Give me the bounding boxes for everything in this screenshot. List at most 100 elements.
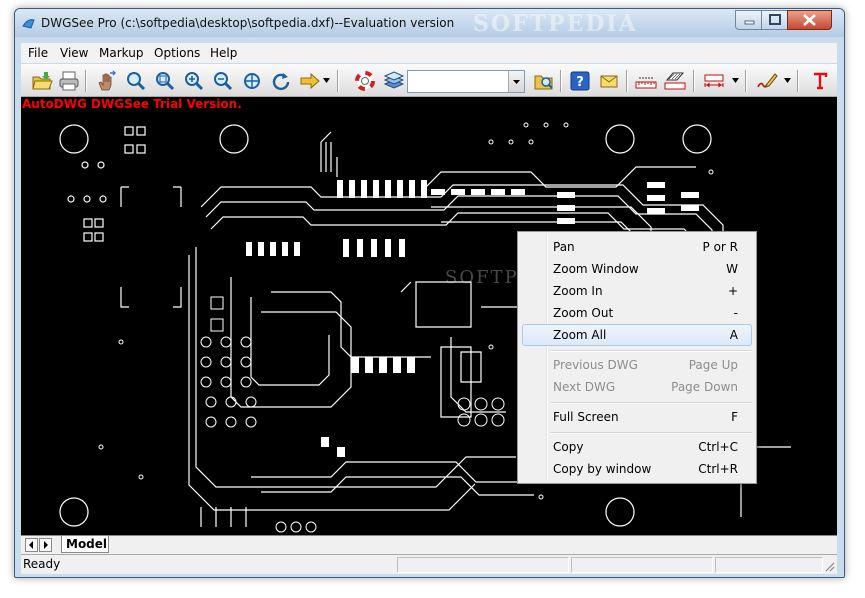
menu-item-label: Pan bbox=[553, 240, 575, 254]
menu-options[interactable]: Options bbox=[154, 46, 200, 60]
rotate-icon bbox=[272, 73, 290, 91]
minimize-button[interactable] bbox=[735, 10, 763, 30]
layers-icon bbox=[383, 71, 405, 89]
dimension-button[interactable] bbox=[703, 70, 725, 92]
help-question-icon: ? bbox=[570, 71, 590, 91]
help-lifebuoy-icon bbox=[355, 71, 375, 91]
menu-item-shortcut: Page Down bbox=[671, 380, 738, 394]
app-window: DWGSee Pro (c:\softpedia\desktop\softped… bbox=[14, 8, 845, 578]
menu-item-shortcut: P or R bbox=[702, 240, 738, 254]
menu-item-shortcut: Ctrl+R bbox=[698, 462, 738, 476]
chevron-down-icon bbox=[513, 80, 520, 84]
title-watermark: SOFTPEDIA bbox=[473, 11, 638, 37]
toolbar-separator bbox=[693, 70, 695, 92]
menu-item-label: Next DWG bbox=[553, 380, 616, 394]
email-button[interactable] bbox=[598, 70, 620, 92]
help-lifebuoy-button[interactable] bbox=[354, 70, 376, 92]
zoom-realtime-icon bbox=[127, 72, 146, 91]
markup-button[interactable] bbox=[756, 70, 778, 92]
dimension-icon bbox=[704, 74, 724, 88]
menu-item-shortcut: - bbox=[733, 306, 738, 320]
resize-grip-icon[interactable] bbox=[822, 559, 836, 573]
toolbar-separator bbox=[797, 70, 799, 92]
maximize-button[interactable] bbox=[761, 10, 789, 30]
zoom-all-button[interactable] bbox=[241, 70, 263, 92]
menu-item-label: Copy by window bbox=[553, 462, 652, 476]
measure-area-icon bbox=[664, 72, 686, 90]
toolbar-separator bbox=[85, 70, 87, 92]
chevron-left-icon bbox=[29, 541, 33, 549]
menu-item-shortcut: Page Up bbox=[688, 358, 738, 372]
menu-view[interactable]: View bbox=[60, 46, 88, 60]
measure-area-button[interactable] bbox=[664, 70, 686, 92]
menu-item-label: Zoom In bbox=[553, 284, 603, 298]
next-arrow-icon bbox=[300, 72, 320, 90]
menu-help[interactable]: Help bbox=[210, 46, 237, 60]
minimize-icon bbox=[744, 20, 755, 25]
zoom-window-button[interactable] bbox=[154, 70, 176, 92]
layer-folder-button[interactable] bbox=[533, 70, 555, 92]
menu-item-shortcut: Ctrl+C bbox=[698, 440, 738, 454]
layout-tab-bar: Model bbox=[21, 535, 837, 554]
context-menu-item-pan[interactable]: Pan P or R bbox=[522, 236, 752, 258]
zoom-window-icon bbox=[156, 72, 175, 91]
print-button[interactable] bbox=[58, 70, 80, 92]
zoom-in-icon bbox=[185, 72, 204, 91]
chevron-right-icon bbox=[44, 541, 48, 549]
context-menu-item-previous-dwg: Previous DWG Page Up bbox=[522, 354, 752, 376]
maximize-icon bbox=[769, 14, 781, 25]
menu-item-shortcut: F bbox=[731, 410, 738, 424]
context-menu-item-zoom-window[interactable]: Zoom Window W bbox=[522, 258, 752, 280]
context-menu-item-zoom-in[interactable]: Zoom In + bbox=[522, 280, 752, 302]
help-button[interactable]: ? bbox=[569, 70, 591, 92]
layer-combo[interactable] bbox=[407, 70, 525, 93]
context-menu-item-full-screen[interactable]: Full Screen F bbox=[522, 406, 752, 428]
tab-scroll-right-button[interactable] bbox=[39, 538, 52, 552]
toolbar-separator bbox=[745, 70, 747, 92]
open-button[interactable] bbox=[31, 70, 53, 92]
chevron-down-icon[interactable] bbox=[732, 78, 739, 83]
toolbar-separator bbox=[626, 70, 628, 92]
pan-button[interactable] bbox=[96, 70, 118, 92]
menu-file[interactable]: File bbox=[28, 46, 48, 60]
layer-combo-dropdown-button[interactable] bbox=[508, 71, 524, 92]
close-button[interactable] bbox=[787, 10, 832, 30]
menu-item-shortcut: A bbox=[729, 328, 738, 342]
title-bar[interactable]: DWGSee Pro (c:\softpedia\desktop\softped… bbox=[15, 9, 844, 37]
layers-button[interactable] bbox=[383, 70, 405, 92]
context-menu: Pan P or R Zoom Window W Zoom In + Zoom … bbox=[517, 231, 757, 484]
chevron-down-icon[interactable] bbox=[323, 78, 330, 83]
zoom-in-button[interactable] bbox=[183, 70, 205, 92]
context-menu-separator bbox=[550, 350, 752, 352]
menu-bar: File View Markup Options Help bbox=[21, 43, 837, 63]
menu-item-label: Zoom Window bbox=[553, 262, 639, 276]
zoom-out-button[interactable] bbox=[212, 70, 234, 92]
menu-item-label: Previous DWG bbox=[553, 358, 638, 372]
status-bar: Ready bbox=[21, 554, 837, 574]
app-icon bbox=[22, 19, 35, 29]
tab-scroll-left-button[interactable] bbox=[25, 538, 38, 552]
status-pane bbox=[397, 557, 569, 573]
text-tool-icon bbox=[814, 72, 828, 90]
context-menu-item-copy[interactable]: Copy Ctrl+C bbox=[522, 436, 752, 458]
menu-item-label: Zoom Out bbox=[553, 306, 614, 320]
zoom-realtime-button[interactable] bbox=[125, 70, 147, 92]
next-button[interactable] bbox=[299, 70, 321, 92]
chevron-down-icon[interactable] bbox=[784, 78, 791, 83]
context-menu-separator bbox=[550, 402, 752, 404]
text-tool-button[interactable] bbox=[809, 70, 831, 92]
menu-item-label: Copy bbox=[553, 440, 584, 454]
menu-item-shortcut: W bbox=[726, 262, 738, 276]
markup-pen-icon bbox=[757, 73, 778, 88]
context-menu-item-copy-by-window[interactable]: Copy by window Ctrl+R bbox=[522, 458, 752, 480]
tab-label: Model bbox=[66, 537, 108, 551]
menu-markup[interactable]: Markup bbox=[99, 46, 143, 60]
tab-model[interactable]: Model bbox=[61, 536, 109, 553]
toolbar: ? bbox=[21, 64, 837, 97]
menu-item-shortcut: + bbox=[727, 284, 738, 298]
menu-item-label: Zoom All bbox=[553, 328, 607, 342]
context-menu-item-zoom-out[interactable]: Zoom Out - bbox=[522, 302, 752, 324]
context-menu-item-zoom-all[interactable]: Zoom All A bbox=[522, 324, 752, 346]
rotate-button[interactable] bbox=[270, 70, 292, 92]
measure-distance-button[interactable] bbox=[635, 70, 657, 92]
